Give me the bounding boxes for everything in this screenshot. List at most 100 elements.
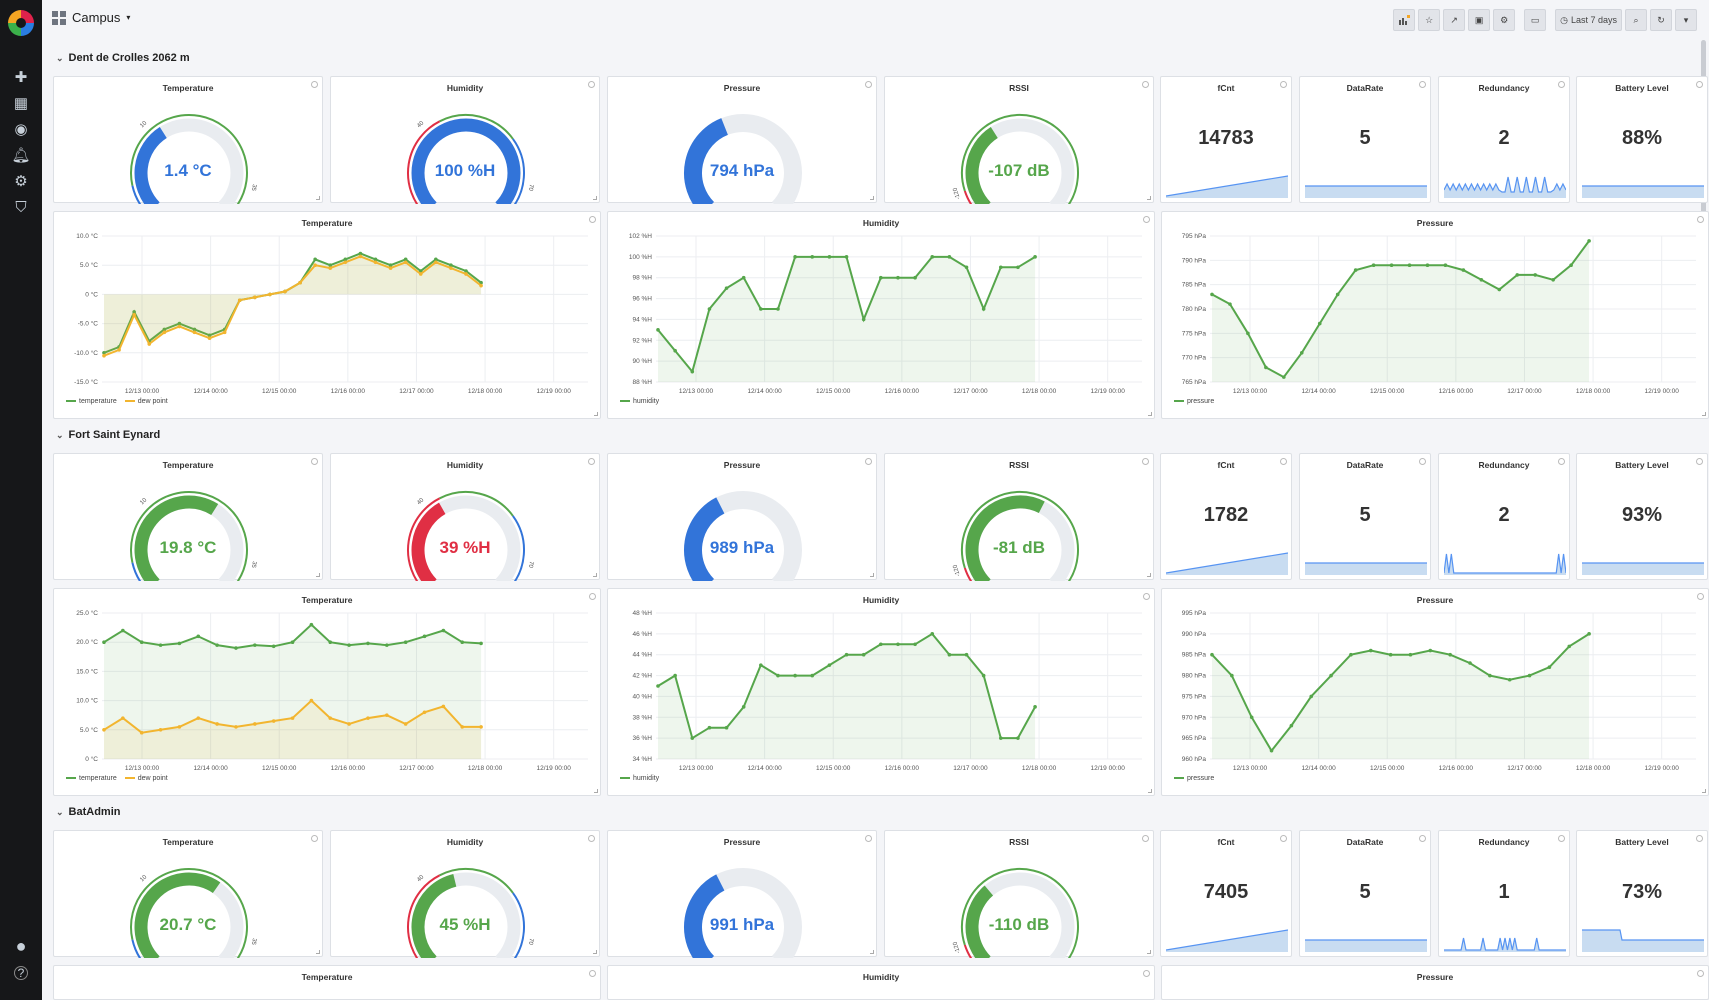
row-title[interactable]: ⌄ Fort Saint Eynard: [56, 429, 160, 441]
panel-menu-icon[interactable]: [1697, 970, 1704, 977]
graph-panel[interactable]: Humidity: [607, 965, 1155, 1000]
panel-menu-icon[interactable]: [588, 835, 595, 842]
stat-panel[interactable]: Redundancy 1: [1438, 830, 1570, 957]
gear-icon[interactable]: ⚙: [11, 172, 31, 192]
panel-menu-icon[interactable]: [865, 458, 872, 465]
stat-panel[interactable]: fCnt 7405: [1160, 830, 1292, 957]
panel-menu-icon[interactable]: [589, 970, 596, 977]
save-button[interactable]: ▣: [1468, 9, 1491, 31]
panel-menu-icon[interactable]: [1280, 835, 1287, 842]
panel-menu-icon[interactable]: [588, 458, 595, 465]
stat-panel[interactable]: DataRate 5: [1299, 76, 1431, 203]
data-point: [449, 266, 453, 270]
panel-menu-icon[interactable]: [1142, 81, 1149, 88]
legend-item[interactable]: humidity: [620, 775, 659, 782]
explore-icon[interactable]: ◉: [11, 120, 31, 140]
stat-panel[interactable]: fCnt 1782: [1160, 453, 1292, 580]
panel-menu-icon[interactable]: [311, 458, 318, 465]
graph-panel[interactable]: Humidity 48 %H 46 %H 44 %H 42 %H 40 %H 38 %H 36…: [607, 588, 1155, 796]
plus-icon[interactable]: ✚: [11, 68, 31, 88]
gauge-panel[interactable]: Humidity0407010039 %H: [330, 453, 600, 581]
add-panel-button[interactable]: [1393, 9, 1416, 31]
panel-menu-icon[interactable]: [1419, 81, 1426, 88]
panel-menu-icon[interactable]: [1280, 458, 1287, 465]
data-point: [1587, 632, 1591, 636]
legend-item[interactable]: temperature: [66, 775, 117, 782]
gauge-panel[interactable]: RSSI-130-120-30-81 dB: [884, 453, 1154, 581]
stat-panel[interactable]: Battery Level 88%: [1576, 76, 1708, 203]
stat-panel[interactable]: Redundancy 2: [1438, 76, 1570, 203]
dashboards-icon[interactable]: ▦: [11, 94, 31, 114]
panel-menu-icon[interactable]: [1280, 81, 1287, 88]
panel-menu-icon[interactable]: [311, 81, 318, 88]
panel-menu-icon[interactable]: [1143, 970, 1150, 977]
y-tick-label: 48 %H: [632, 610, 652, 617]
panel-menu-icon[interactable]: [588, 81, 595, 88]
panel-menu-icon[interactable]: [1419, 835, 1426, 842]
star-button[interactable]: ☆: [1418, 9, 1441, 31]
graph-panel[interactable]: Temperature 25.0 °C 20.0 °C 15.0 °C 10.0 °C 5…: [53, 588, 601, 796]
stat-panel[interactable]: fCnt 14783: [1160, 76, 1292, 203]
panel-menu-icon[interactable]: [1696, 81, 1703, 88]
legend-item[interactable]: pressure: [1174, 398, 1214, 405]
help-icon[interactable]: ?: [14, 966, 28, 980]
gauge-panel[interactable]: RSSI-130-120-30-110 dB: [884, 830, 1154, 958]
graph-panel[interactable]: Temperature: [53, 965, 601, 1000]
stat-panel[interactable]: DataRate 5: [1299, 830, 1431, 957]
gauge-panel[interactable]: Pressure 989 hPa: [607, 453, 877, 581]
graph-panel[interactable]: Temperature 10.0 °C 5.0 °C 0 °C -5.0 °C -10.0…: [53, 211, 601, 419]
legend-item[interactable]: pressure: [1174, 775, 1214, 782]
refresh-button[interactable]: ↻: [1650, 9, 1672, 31]
gauge-panel[interactable]: Humidity0407010045 %H: [330, 830, 600, 958]
legend-item[interactable]: dew point: [124, 398, 168, 405]
stat-panel[interactable]: Redundancy 2: [1438, 453, 1570, 580]
time-picker-button[interactable]: ◷ Last 7 days: [1555, 9, 1622, 31]
gauge-panel[interactable]: Humidity04070100100 %H: [330, 76, 600, 204]
gauge-panel[interactable]: Pressure 794 hPa: [607, 76, 877, 204]
gauge-value: 991 hPa: [709, 915, 775, 934]
graph-panel[interactable]: Pressure 795 hPa 790 hPa 785 hPa 780 hPa 775 …: [1161, 211, 1709, 419]
share-button[interactable]: ↗: [1443, 9, 1466, 31]
row-title[interactable]: ⌄ Dent de Crolles 2062 m: [56, 52, 190, 64]
panel-menu-icon[interactable]: [1142, 835, 1149, 842]
gauge-panel[interactable]: Temperature-1010354019.8 °C: [53, 453, 323, 581]
y-tick-label: 102 %H: [629, 233, 652, 240]
gauge-panel[interactable]: Pressure 991 hPa: [607, 830, 877, 958]
graph-panel[interactable]: Pressure: [1161, 965, 1709, 1000]
refresh-interval-button[interactable]: ▾: [1675, 9, 1697, 31]
panel-menu-icon[interactable]: [1558, 458, 1565, 465]
dashboard-title[interactable]: Campus ▾: [52, 10, 130, 25]
panel-menu-icon[interactable]: [1558, 835, 1565, 842]
gauge-tick-label: -120: [952, 940, 962, 954]
x-tick-label: 12/16 00:00: [331, 765, 366, 772]
row-title[interactable]: ⌄ BatAdmin: [56, 806, 121, 818]
panel-menu-icon[interactable]: [1558, 81, 1565, 88]
bell-icon[interactable]: 🔔︎: [11, 146, 31, 166]
legend-item[interactable]: humidity: [620, 398, 659, 405]
legend-item[interactable]: dew point: [124, 775, 168, 782]
data-point: [347, 722, 351, 726]
legend-item[interactable]: temperature: [66, 398, 117, 405]
panel-menu-icon[interactable]: [1142, 458, 1149, 465]
graph-panel[interactable]: Humidity 102 %H 100 %H 98 %H 96 %H 94 %H 92 %H…: [607, 211, 1155, 419]
zoom-out-button[interactable]: ⌕: [1625, 9, 1647, 31]
stat-panel[interactable]: Battery Level 93%: [1576, 453, 1708, 580]
panel-menu-icon[interactable]: [311, 835, 318, 842]
settings-button[interactable]: ⚙: [1493, 9, 1516, 31]
tv-mode-button[interactable]: ▭: [1524, 9, 1547, 31]
stat-panel[interactable]: DataRate 5: [1299, 453, 1431, 580]
panel-menu-icon[interactable]: [1696, 458, 1703, 465]
user-avatar-icon[interactable]: ●: [11, 936, 31, 956]
panel-menu-icon[interactable]: [865, 835, 872, 842]
panel-menu-icon[interactable]: [1696, 835, 1703, 842]
graph-panel[interactable]: Pressure 995 hPa 990 hPa 985 hPa 980 hPa 975 …: [1161, 588, 1709, 796]
gauge-panel[interactable]: Temperature-101035401.4 °C: [53, 76, 323, 204]
panel-menu-icon[interactable]: [865, 81, 872, 88]
data-point: [290, 716, 295, 720]
shield-icon[interactable]: ⛉: [11, 198, 31, 218]
gauge-panel[interactable]: Temperature-1010354020.7 °C: [53, 830, 323, 958]
panel-menu-icon[interactable]: [1419, 458, 1426, 465]
gauge-panel[interactable]: RSSI-130-120-30-107 dB: [884, 76, 1154, 204]
grafana-logo-icon[interactable]: [8, 10, 34, 36]
stat-panel[interactable]: Battery Level 73%: [1576, 830, 1708, 957]
